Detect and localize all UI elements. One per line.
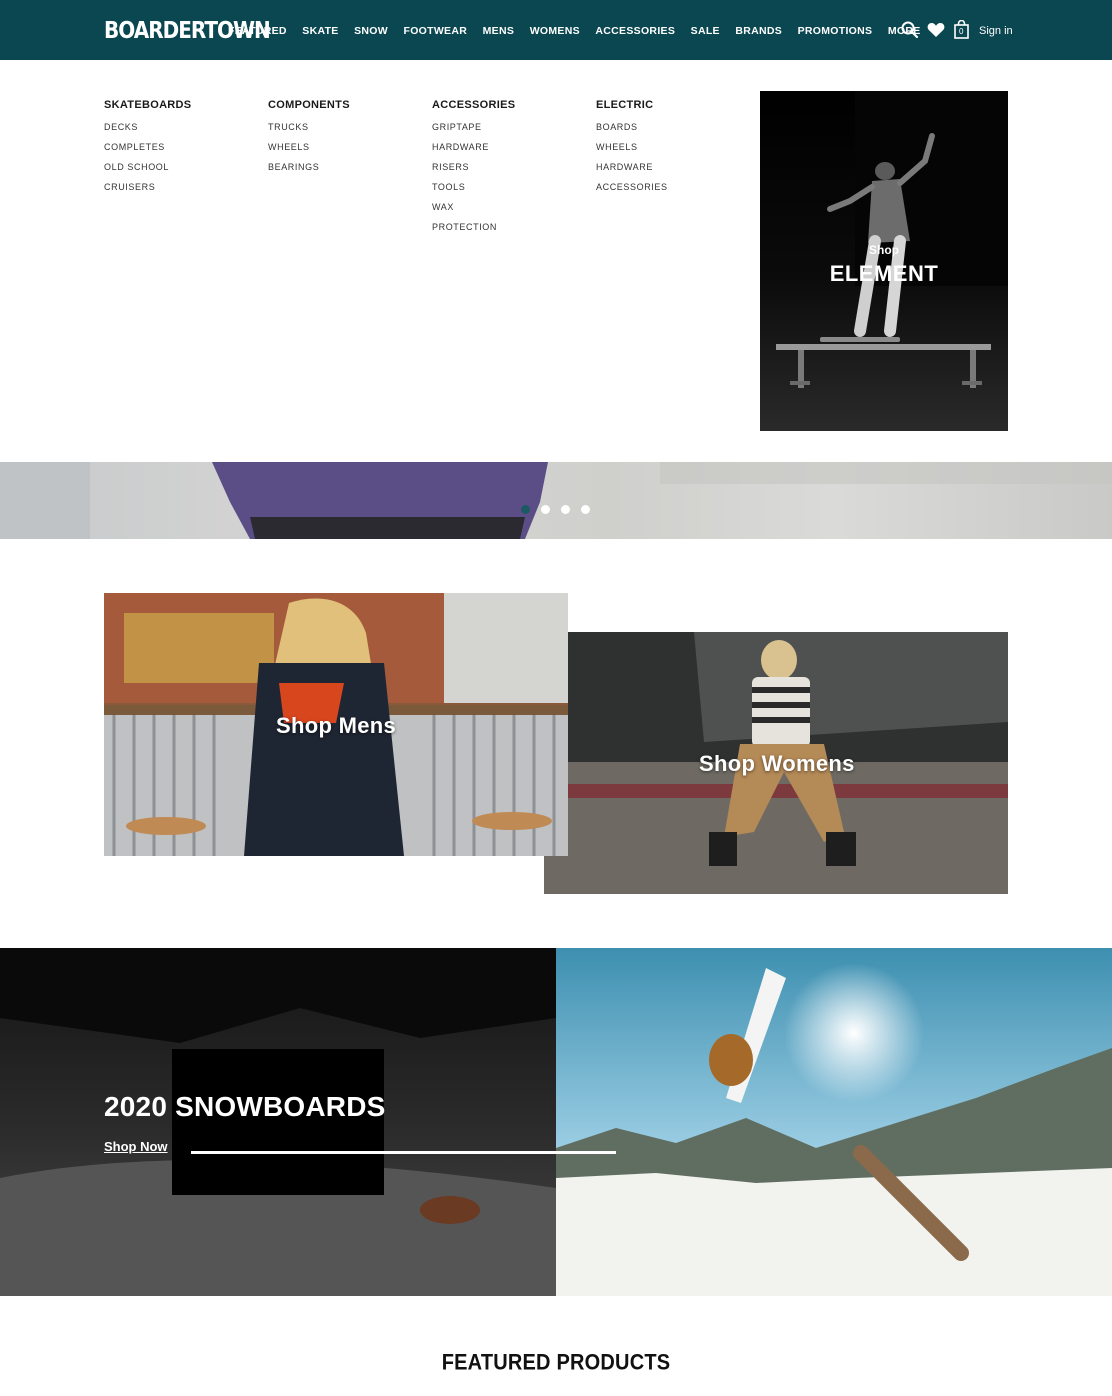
menu-link[interactable]: TRUCKS [268, 121, 350, 141]
cart-count: 0 [959, 27, 964, 36]
menu-column-electric: ELECTRIC BOARDS WHEELS HARDWARE ACCESSOR… [596, 99, 668, 201]
menu-link[interactable]: OLD SCHOOL [104, 161, 191, 181]
main-nav: FEATURED SKATE SNOW FOOTWEAR MENS WOMENS… [228, 25, 936, 37]
shop-mens-tile[interactable]: Shop Mens [104, 593, 568, 856]
carousel-dot[interactable] [541, 505, 550, 514]
hero-carousel [0, 462, 1112, 539]
menu-link[interactable]: PROTECTION [432, 221, 515, 241]
menu-link[interactable]: DECKS [104, 121, 191, 141]
shop-womens-tile[interactable]: Shop Womens [544, 632, 1008, 894]
nav-mens[interactable]: MENS [483, 25, 515, 37]
shop-now-link[interactable]: Shop Now [104, 1139, 168, 1154]
nav-sale[interactable]: SALE [691, 25, 720, 37]
search-icon[interactable] [901, 21, 919, 43]
snowboards-title: 2020 SNOWBOARDS [104, 1091, 386, 1122]
menu-link[interactable]: WAX [432, 201, 515, 221]
hero-photo [0, 462, 1112, 539]
menu-column-skateboards: SKATEBOARDS DECKS COMPLETES OLD SCHOOL C… [104, 99, 191, 201]
shop-mens-label: Shop Mens [276, 713, 397, 738]
menu-link[interactable]: TOOLS [432, 181, 515, 201]
site-header: BOARDERTOWN FEATURED SKATE SNOW FOOTWEAR… [0, 0, 1112, 60]
menu-column-title[interactable]: COMPONENTS [268, 99, 350, 111]
menu-link[interactable]: HARDWARE [432, 141, 515, 161]
nav-snow[interactable]: SNOW [354, 25, 388, 37]
menu-column-accessories: ACCESSORIES GRIPTAPE HARDWARE RISERS TOO… [432, 99, 515, 241]
cart-icon[interactable]: 0 [954, 19, 969, 44]
nav-promotions[interactable]: PROMOTIONS [798, 25, 873, 37]
menu-link[interactable]: COMPLETES [104, 141, 191, 161]
promo-eyebrow: Shop [869, 243, 899, 257]
sign-in-link[interactable]: Sign in [979, 25, 1013, 37]
nav-womens[interactable]: WOMENS [530, 25, 580, 37]
nav-brands[interactable]: BRANDS [735, 25, 782, 37]
featured-products-heading: FEATURED PRODUCTS [441, 1350, 671, 1376]
snowboards-divider [191, 1151, 616, 1154]
menu-link[interactable]: RISERS [432, 161, 515, 181]
nav-accessories[interactable]: ACCESSORIES [595, 25, 675, 37]
menu-link[interactable]: WHEELS [596, 141, 668, 161]
menu-column-title[interactable]: ACCESSORIES [432, 99, 515, 111]
carousel-dots [521, 505, 590, 514]
carousel-dot[interactable] [581, 505, 590, 514]
menu-link[interactable]: ACCESSORIES [596, 181, 668, 201]
menu-link[interactable]: HARDWARE [596, 161, 668, 181]
snowboards-banner-right[interactable] [556, 948, 1112, 1296]
menu-link[interactable]: BEARINGS [268, 161, 350, 181]
carousel-dot[interactable] [561, 505, 570, 514]
nav-featured[interactable]: FEATURED [228, 25, 287, 37]
nav-footwear[interactable]: FOOTWEAR [403, 25, 467, 37]
menu-column-title[interactable]: ELECTRIC [596, 99, 668, 111]
brand-promo-card[interactable]: Shop ELEMENT [760, 91, 1008, 431]
promo-brand-name: ELEMENT [829, 261, 939, 286]
heart-icon[interactable] [927, 22, 945, 43]
menu-link[interactable]: GRIPTAPE [432, 121, 515, 141]
menu-link[interactable]: WHEELS [268, 141, 350, 161]
carousel-dot[interactable] [521, 505, 530, 514]
menu-link[interactable]: CRUISERS [104, 181, 191, 201]
menu-column-title[interactable]: SKATEBOARDS [104, 99, 191, 111]
snowboard-jump-photo [556, 948, 1112, 1296]
nav-skate[interactable]: SKATE [302, 25, 338, 37]
menu-link[interactable]: BOARDS [596, 121, 668, 141]
shop-womens-label: Shop Womens [699, 751, 855, 776]
menu-column-components: COMPONENTS TRUCKS WHEELS BEARINGS [268, 99, 350, 181]
